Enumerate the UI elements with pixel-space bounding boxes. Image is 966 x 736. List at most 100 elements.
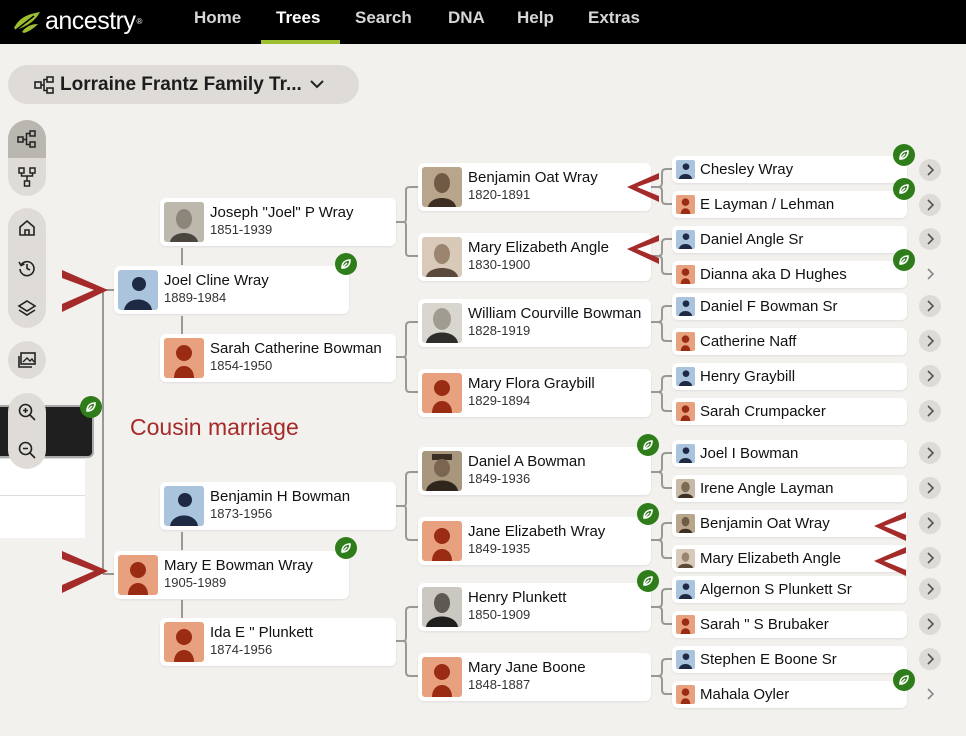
person-card-sarah-catherine-bowman[interactable]: Sarah Catherine Bowman 1854-1950 (160, 334, 396, 382)
ancestor-name: E Layman / Lehman (700, 196, 835, 213)
chevron-right-icon (927, 164, 935, 176)
ancestor-card[interactable]: Algernon S Plunkett Sr (672, 576, 907, 603)
ancestor-name: Irene Angle Layman (700, 480, 834, 497)
hint-leaf-icon[interactable] (335, 253, 357, 275)
tree-selector-button[interactable]: Lorraine Frantz Family Tr... (8, 65, 359, 104)
chevron-right-icon (927, 405, 935, 417)
person-photo (422, 237, 462, 277)
person-photo (676, 549, 695, 568)
person-name: Jane Elizabeth Wray (468, 523, 606, 540)
person-card-mary-elizabeth-angle[interactable]: Mary Elizabeth Angle 1830-1900 (418, 233, 651, 281)
ancestor-card[interactable]: Chesley Wray (672, 156, 907, 183)
person-card-mary-e-bowman-wray[interactable]: Mary E Bowman Wray 1905-1989 (114, 551, 349, 599)
female-avatar-icon (422, 373, 462, 413)
expand-ancestors-button[interactable] (919, 512, 941, 534)
hint-leaf-icon[interactable] (893, 144, 915, 166)
female-avatar-icon (118, 555, 158, 595)
ancestor-card[interactable]: Daniel Angle Sr (672, 226, 907, 253)
layers-button[interactable] (8, 288, 46, 328)
person-card-jane-elizabeth-wray[interactable]: Jane Elizabeth Wray 1849-1935 (418, 517, 651, 565)
nav-dna[interactable]: DNA (448, 8, 485, 28)
person-dates: 1850-1909 (468, 607, 531, 622)
expand-ancestors-button[interactable] (919, 400, 941, 422)
hint-leaf-icon[interactable] (893, 249, 915, 271)
zoom-in-button[interactable] (8, 393, 46, 431)
ancestor-name: Dianna aka D Hughes (700, 266, 847, 283)
ancestor-card[interactable]: Irene Angle Layman (672, 475, 907, 502)
chevron-right-icon (927, 335, 935, 347)
expand-ancestors-button[interactable] (919, 648, 941, 670)
expand-ancestors-button[interactable] (919, 442, 941, 464)
zoom-out-button[interactable] (8, 431, 46, 469)
expand-ancestors-button[interactable] (919, 365, 941, 387)
media-gallery-button[interactable] (8, 341, 46, 379)
expand-ancestors-button[interactable] (919, 613, 941, 635)
ancestor-card[interactable]: Dianna aka D Hughes (672, 261, 907, 288)
expand-ancestors-button[interactable] (919, 683, 941, 705)
ancestor-card[interactable]: Sarah " S Brubaker (672, 611, 907, 638)
ancestor-card[interactable]: Joel I Bowman (672, 440, 907, 467)
annotation-arrow-icon (62, 551, 108, 593)
person-card-joel-cline-wray[interactable]: Joel Cline Wray 1889-1984 (114, 266, 349, 314)
person-card-mary-jane-boone[interactable]: Mary Jane Boone 1848-1887 (418, 653, 651, 701)
expand-ancestors-button[interactable] (919, 159, 941, 181)
ancestor-card[interactable]: Henry Graybill (672, 363, 907, 390)
nav-extras[interactable]: Extras (588, 8, 640, 28)
pedigree-view-button[interactable] (8, 120, 46, 158)
nav-trees[interactable]: Trees (276, 8, 320, 28)
ancestor-card[interactable]: Catherine Naff (672, 328, 907, 355)
hint-leaf-icon[interactable] (893, 178, 915, 200)
person-card-mary-flora-graybill[interactable]: Mary Flora Graybill 1829-1894 (418, 369, 651, 417)
history-button[interactable] (8, 248, 46, 288)
ancestry-logo[interactable]: ancestry ® (12, 6, 142, 36)
view-toolbar (8, 120, 46, 196)
ancestor-card[interactable]: Sarah Crumpacker (672, 398, 907, 425)
pedigree-view-icon (17, 130, 36, 148)
home-person-button[interactable] (8, 208, 46, 248)
nav-help[interactable]: Help (517, 8, 554, 28)
hint-leaf-icon[interactable] (80, 396, 102, 418)
expand-ancestors-button[interactable] (919, 330, 941, 352)
ancestor-card[interactable]: E Layman / Lehman (672, 191, 907, 218)
ancestor-name: Stephen E Boone Sr (700, 651, 837, 668)
expand-ancestors-button[interactable] (919, 263, 941, 285)
family-view-button[interactable] (8, 158, 46, 196)
male-avatar-icon (676, 650, 695, 669)
hint-leaf-icon[interactable] (637, 570, 659, 592)
divider (0, 495, 85, 496)
leaf-glyph (643, 576, 653, 586)
female-avatar-icon (422, 657, 462, 697)
person-card-daniel-a-bowman[interactable]: Daniel A Bowman 1849-1936 (418, 447, 651, 495)
person-name: Ida E " Plunkett (210, 624, 313, 641)
nav-search[interactable]: Search (355, 8, 412, 28)
person-card-ida-plunkett[interactable]: Ida E " Plunkett 1874-1956 (160, 618, 396, 666)
expand-ancestors-button[interactable] (919, 295, 941, 317)
ancestor-card[interactable]: Stephen E Boone Sr (672, 646, 907, 673)
person-name: Benjamin H Bowman (210, 488, 351, 505)
person-card-benjamin-h-bowman[interactable]: Benjamin H Bowman 1873-1956 (160, 482, 396, 530)
hint-leaf-icon[interactable] (335, 537, 357, 559)
expand-ancestors-button[interactable] (919, 578, 941, 600)
male-avatar-icon (676, 297, 695, 316)
hint-leaf-icon[interactable] (637, 503, 659, 525)
expand-ancestors-button[interactable] (919, 547, 941, 569)
person-card-joseph-wray[interactable]: Joseph "Joel" P Wray 1851-1939 (160, 198, 396, 246)
leaf-glyph (643, 509, 653, 519)
person-card-henry-plunkett[interactable]: Henry Plunkett 1850-1909 (418, 583, 651, 631)
person-photo (676, 479, 695, 498)
expand-ancestors-button[interactable] (919, 194, 941, 216)
nav-home[interactable]: Home (194, 8, 241, 28)
female-avatar-icon (676, 195, 695, 214)
ancestor-card[interactable]: Daniel F Bowman Sr (672, 293, 907, 320)
expand-ancestors-button[interactable] (919, 477, 941, 499)
person-photo (422, 451, 462, 491)
ancestor-card[interactable]: Mahala Oyler (672, 681, 907, 708)
ancestor-name: Mahala Oyler (700, 686, 790, 703)
leaf-logo-icon (14, 12, 40, 33)
person-card-william-courville-bowman[interactable]: William Courville Bowman 1828-1919 (418, 299, 651, 347)
hint-leaf-icon[interactable] (893, 669, 915, 691)
expand-ancestors-button[interactable] (919, 228, 941, 250)
person-card-benjamin-oat-wray[interactable]: Benjamin Oat Wray 1820-1891 (418, 163, 651, 211)
ancestor-name: Daniel Angle Sr (700, 231, 804, 248)
hint-leaf-icon[interactable] (637, 434, 659, 456)
